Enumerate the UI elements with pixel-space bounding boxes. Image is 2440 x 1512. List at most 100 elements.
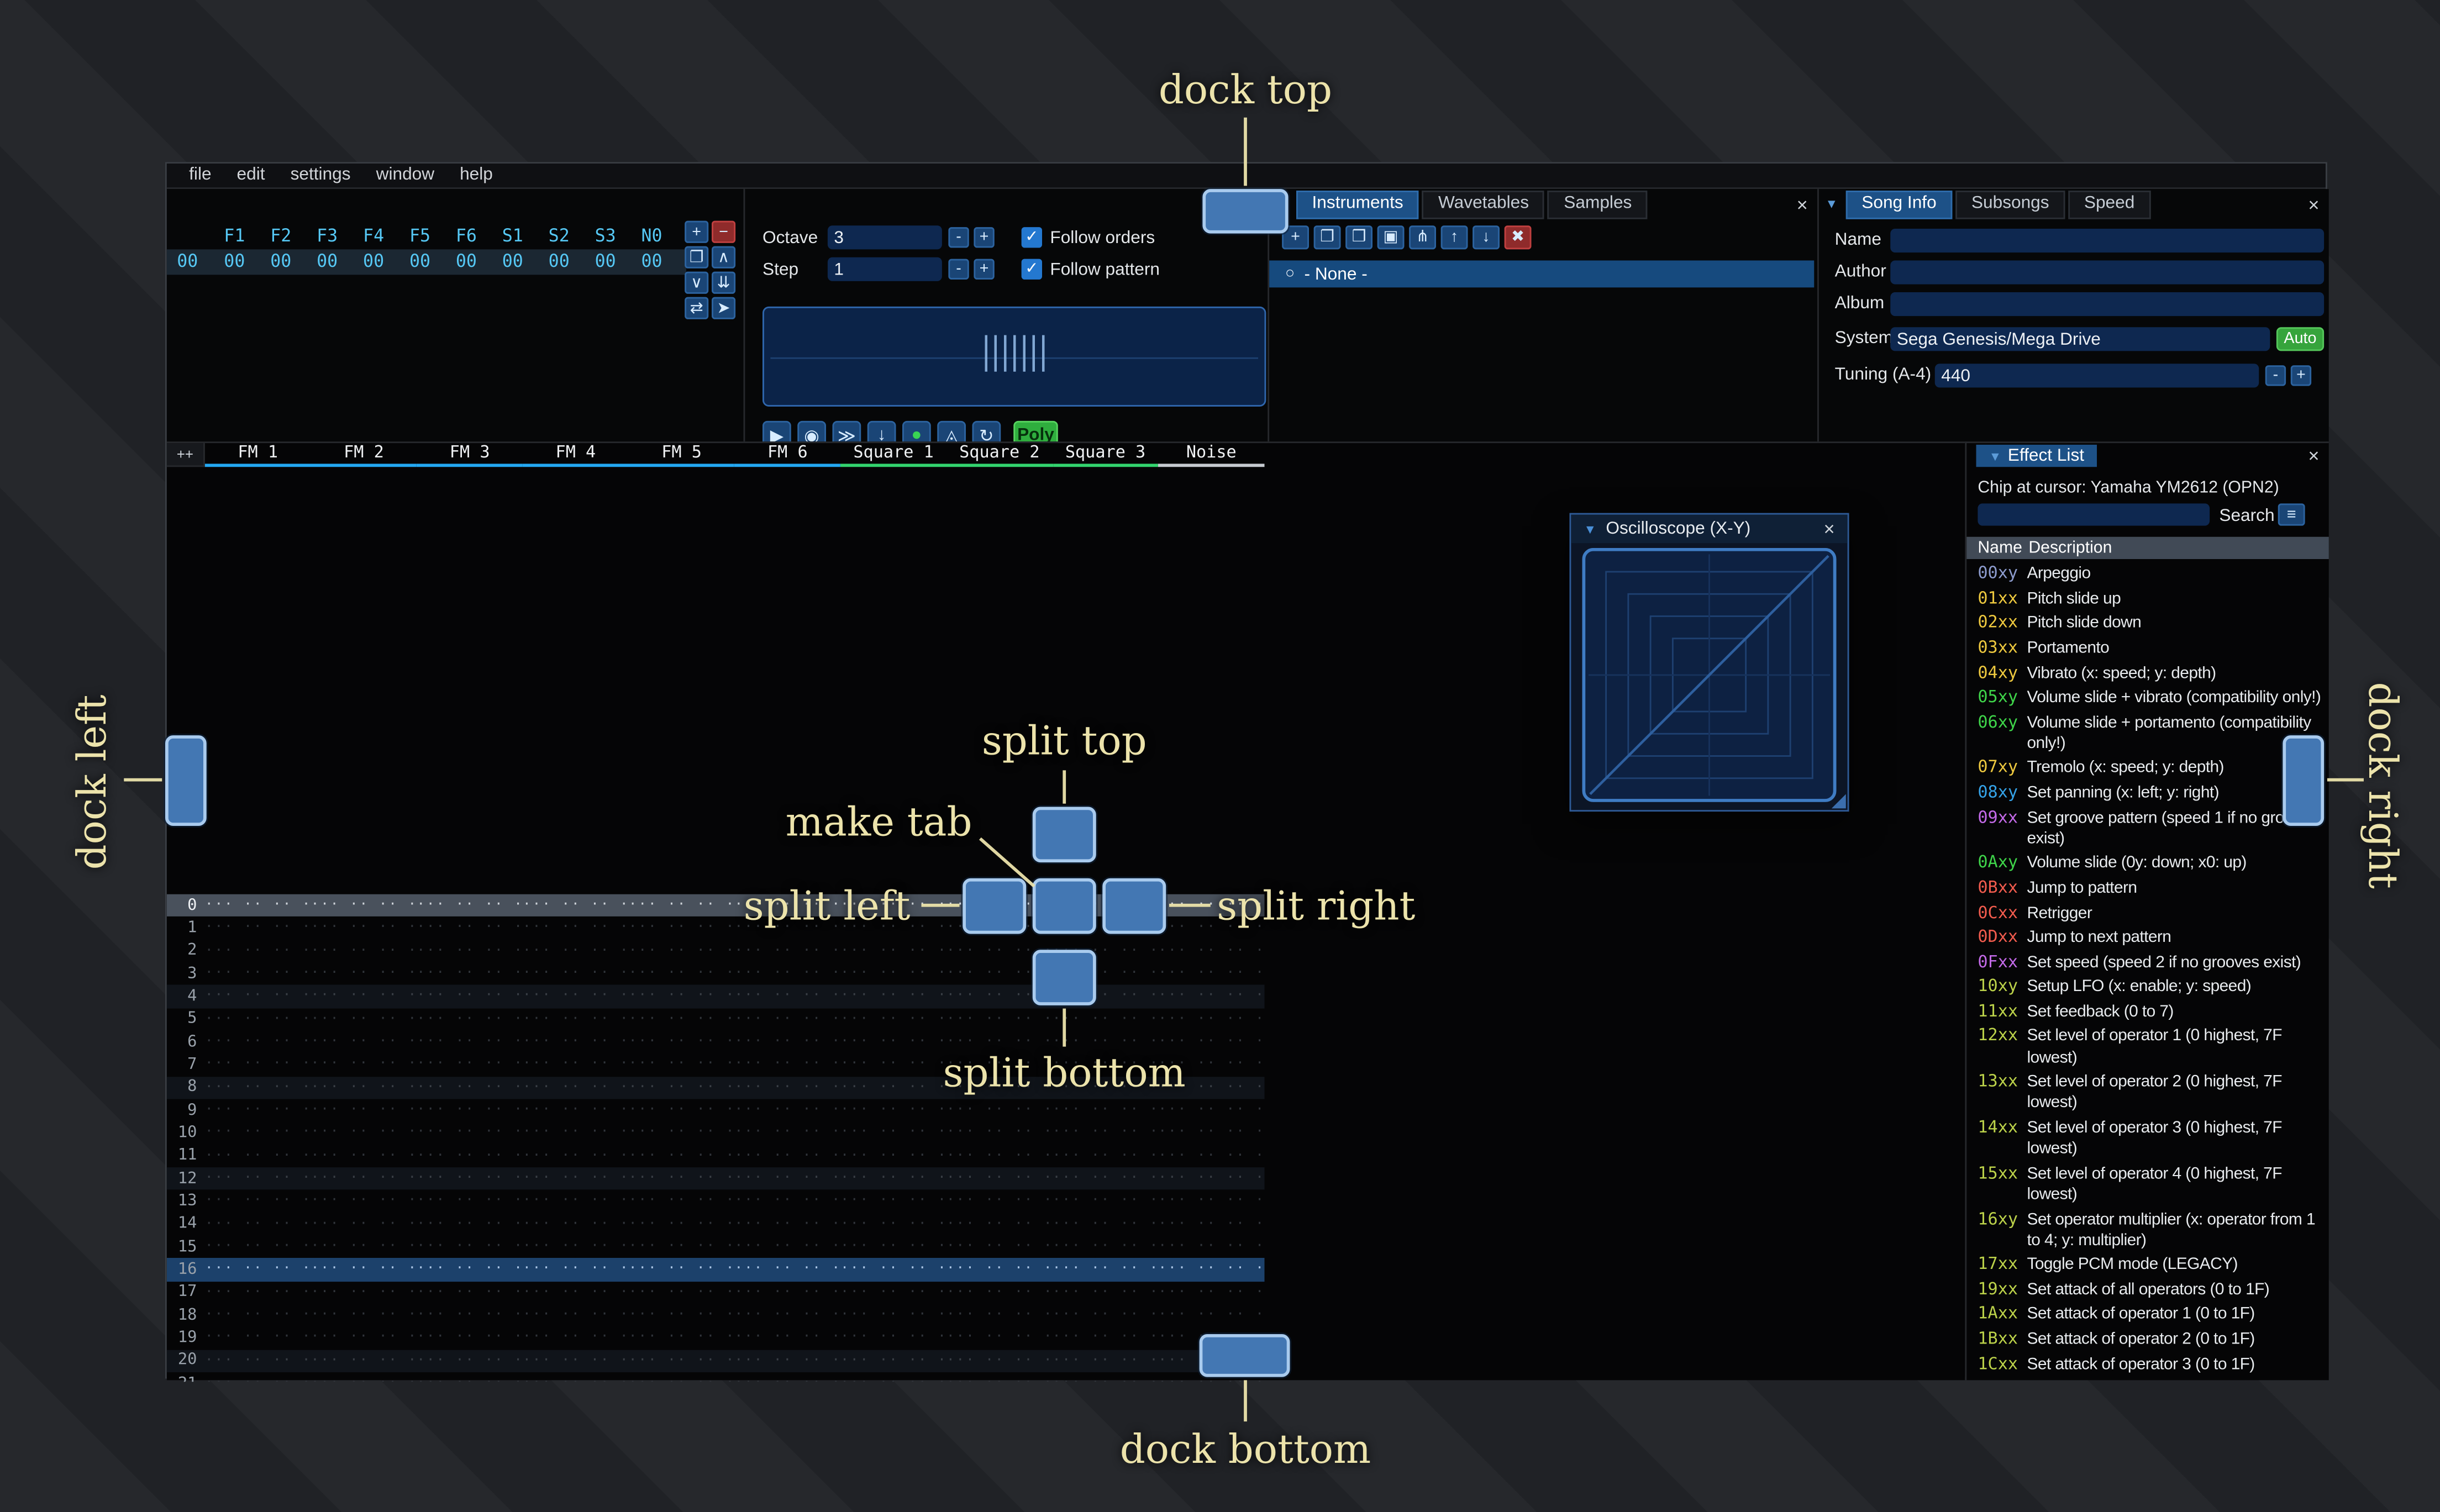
pattern-cell[interactable]: ··· ·· ·· ··· [311, 920, 417, 936]
pattern-cell[interactable]: ··· ·· ·· ··· [629, 1239, 735, 1255]
pattern-cell[interactable]: ··· ·· ·· ··· [840, 1148, 946, 1164]
song-info-collapse-icon[interactable]: ▼ [1825, 197, 1838, 212]
orders-row-number[interactable]: 00 [169, 251, 207, 271]
pattern-cell[interactable]: ··· ·· ·· ··· [205, 1103, 311, 1119]
effect-row[interactable]: 14xx Set level of operator 3 (0 highest, … [1978, 1116, 2324, 1162]
pattern-cell[interactable]: ··· ·· ·· ··· [629, 1125, 735, 1141]
oscilloscope-collapse-icon[interactable]: ▼ [1584, 521, 1596, 536]
pattern-cell[interactable]: ··· ·· ·· ··· [629, 1262, 735, 1278]
pattern-cell[interactable]: ··· ·· ·· ··· [946, 1011, 1053, 1028]
pattern-cell[interactable]: ··· ·· ·· ··· [946, 1330, 1053, 1346]
order-edit-mode-button[interactable]: ➤ [712, 297, 736, 319]
pattern-cell[interactable]: ··· ·· ·· ··· [840, 1216, 946, 1232]
pattern-cell[interactable]: ··· ·· ·· ··· [735, 1284, 841, 1300]
menu-item-help[interactable]: help [447, 164, 506, 187]
channel-header-noise[interactable]: Noise [1158, 443, 1265, 467]
pattern-cell[interactable]: ··· ·· ·· ··· [1158, 1216, 1264, 1232]
pattern-row[interactable]: 16 ··· ·· ·· · ··· ·· ·· · · ·· ·· ·· · · ·· ··… [166, 1258, 1265, 1281]
pattern-cell[interactable]: ··· ·· ·· ··· [1053, 1011, 1159, 1028]
effect-row[interactable]: 09xx Set groove pattern (speed 1 if no gr… [1978, 806, 2324, 852]
pattern-cell[interactable]: ··· ·· ·· ··· [840, 1034, 946, 1050]
pattern-cell[interactable]: ··· ·· ·· ··· [523, 1171, 629, 1187]
pattern-cell[interactable]: ··· ·· ·· ··· [523, 966, 629, 982]
effect-row[interactable]: 11xx Set feedback (0 to 7) [1978, 1000, 2324, 1025]
step-increase-button[interactable]: + [974, 259, 995, 280]
add-order-button[interactable]: + [685, 220, 709, 243]
effect-row[interactable]: 00xy Arpeggio [1978, 562, 2324, 587]
pattern-cell[interactable]: ··· ·· ·· ··· [840, 1262, 946, 1278]
follow-pattern-checkbox[interactable]: ✓ [1021, 259, 1042, 280]
pattern-cell[interactable]: ··· ·· ·· ··· [946, 1034, 1053, 1050]
effect-row[interactable]: 17xx Toggle PCM mode (LEGACY) [1978, 1253, 2324, 1278]
pattern-cell[interactable]: ··· ·· ·· ··· [523, 943, 629, 959]
pattern-cell[interactable]: ··· ·· ·· ··· [1158, 1103, 1264, 1119]
pattern-row[interactable]: 3 ··· ·· ·· · ··· ·· ·· · · ·· ·· ·· · · ·· ·· ·… [167, 962, 1265, 985]
pattern-cell[interactable]: ··· ·· ·· ··· [946, 1125, 1053, 1141]
pattern-cell[interactable]: ··· ·· ·· ··· [417, 943, 523, 959]
pattern-cell[interactable]: ··· ·· ·· ··· [311, 1262, 417, 1278]
pattern-cell[interactable]: ··· ·· ·· ··· [1053, 1034, 1159, 1050]
pattern-cell[interactable]: ··· ·· ·· ··· [205, 1011, 311, 1028]
order-cell[interactable]: 00 [490, 251, 536, 271]
pattern-cell[interactable]: ··· ·· ·· ··· [311, 989, 417, 1005]
step-decrease-button[interactable]: - [948, 259, 969, 280]
piano-keyboard[interactable] [762, 306, 1266, 407]
auto-button[interactable]: Auto [2276, 327, 2325, 351]
order-column-header[interactable]: F5 [397, 225, 443, 246]
pattern-cell[interactable]: ··· ·· ·· ··· [629, 1307, 735, 1323]
tab-speed[interactable]: Speed [2068, 189, 2151, 219]
pattern-cell[interactable]: ··· ·· ·· ··· [946, 1307, 1053, 1323]
duplicate-order-button[interactable]: ❐ [685, 246, 709, 268]
tab-subsongs[interactable]: Subsongs [1955, 189, 2065, 219]
dock-top-target[interactable] [1202, 189, 1289, 234]
duplicate-order-end-button[interactable]: ⇊ [712, 271, 736, 294]
pattern-cell[interactable]: ··· ·· ·· ··· [946, 1353, 1053, 1369]
pattern-cell[interactable]: ··· ·· ·· ··· [840, 943, 946, 959]
pattern-cell[interactable]: ··· ·· ·· ··· [523, 1216, 629, 1232]
pattern-cell[interactable]: ··· ·· ·· ··· [629, 943, 735, 959]
order-column-header[interactable]: F1 [211, 225, 257, 246]
song-info-close-icon[interactable]: × [2308, 194, 2319, 214]
pattern-cell[interactable]: ··· ·· ·· ··· [840, 1125, 946, 1141]
pattern-cell[interactable]: ··· ·· ·· ··· [205, 1262, 311, 1278]
effect-list-collapse-icon[interactable]: ▼ [1989, 449, 2002, 463]
pattern-cell[interactable]: ··· ·· ·· ··· [629, 1171, 735, 1187]
pattern-cell[interactable]: ··· ·· ·· ··· [629, 1079, 735, 1095]
pattern-cell[interactable]: ··· ·· ·· ··· [205, 943, 311, 959]
pattern-cell[interactable]: ··· ·· ·· ··· [735, 943, 841, 959]
pattern-cell[interactable]: ··· ·· ·· ··· [946, 1239, 1053, 1255]
pattern-cell[interactable]: ··· ·· ·· ··· [735, 1125, 841, 1141]
pattern-cell[interactable]: ··· ·· ·· ··· [205, 1239, 311, 1255]
pattern-cell[interactable]: ··· ·· ·· ··· [1053, 1193, 1159, 1209]
pattern-cell[interactable]: ··· ·· ·· ··· [629, 1011, 735, 1028]
pattern-cell[interactable]: ··· ·· ·· ··· [417, 989, 523, 1005]
tuning-increase-button[interactable]: + [2290, 365, 2312, 386]
pattern-cell[interactable]: ··· ·· ·· ··· [523, 1307, 629, 1323]
move-instrument-up-button[interactable]: ↑ [1440, 225, 1468, 250]
pattern-cell[interactable]: ··· ·· ·· ··· [417, 1193, 523, 1209]
pattern-cell[interactable]: ··· ·· ·· ··· [840, 1330, 946, 1346]
order-column-header[interactable]: F2 [257, 225, 304, 246]
channel-header-square-1[interactable]: Square 1 [840, 443, 946, 467]
pattern-cell[interactable]: ··· ·· ·· ··· [1053, 1284, 1159, 1300]
author-field[interactable] [1890, 260, 2325, 285]
tuning-field[interactable] [1934, 363, 2259, 388]
pattern-cell[interactable]: ··· ·· ·· ··· [417, 1079, 523, 1095]
effect-row[interactable]: 05xy Volume slide + vibrato (compatibilit… [1978, 686, 2324, 711]
pattern-cell[interactable]: ··· ·· ·· ··· [735, 1193, 841, 1209]
pattern-row[interactable]: 2 ··· ·· ·· · ··· ·· ·· · · ·· ·· ·· · · ·· ·· ·… [167, 940, 1265, 962]
pattern-cell[interactable]: ··· ·· ·· ··· [311, 1239, 417, 1255]
pattern-row[interactable]: 4 ··· ·· ·· · ··· ·· ·· · · ·· ·· ·· · · ·· ·· ·… [166, 985, 1265, 1008]
delete-instrument-button[interactable]: ✖ [1504, 225, 1532, 250]
pattern-cell[interactable]: ··· ·· ·· ··· [629, 1057, 735, 1073]
effect-row[interactable]: 15xx Set level of operator 4 (0 highest, … [1978, 1162, 2324, 1208]
pattern-cell[interactable]: ··· ·· ·· ··· [946, 1193, 1053, 1209]
pattern-cell[interactable]: ··· ·· ·· ··· [417, 1216, 523, 1232]
oscilloscope-close-icon[interactable]: × [1823, 519, 1834, 539]
pattern-cell[interactable]: ··· ·· ·· ··· [735, 1103, 841, 1119]
pattern-cell[interactable]: ··· ·· ·· ··· [629, 1330, 735, 1346]
pattern-cell[interactable]: ··· ·· ·· ··· [417, 1011, 523, 1028]
order-cell[interactable]: 00 [257, 251, 304, 271]
pattern-cell[interactable]: ··· ·· ·· ··· [523, 1148, 629, 1164]
order-cell[interactable]: 00 [582, 251, 629, 271]
